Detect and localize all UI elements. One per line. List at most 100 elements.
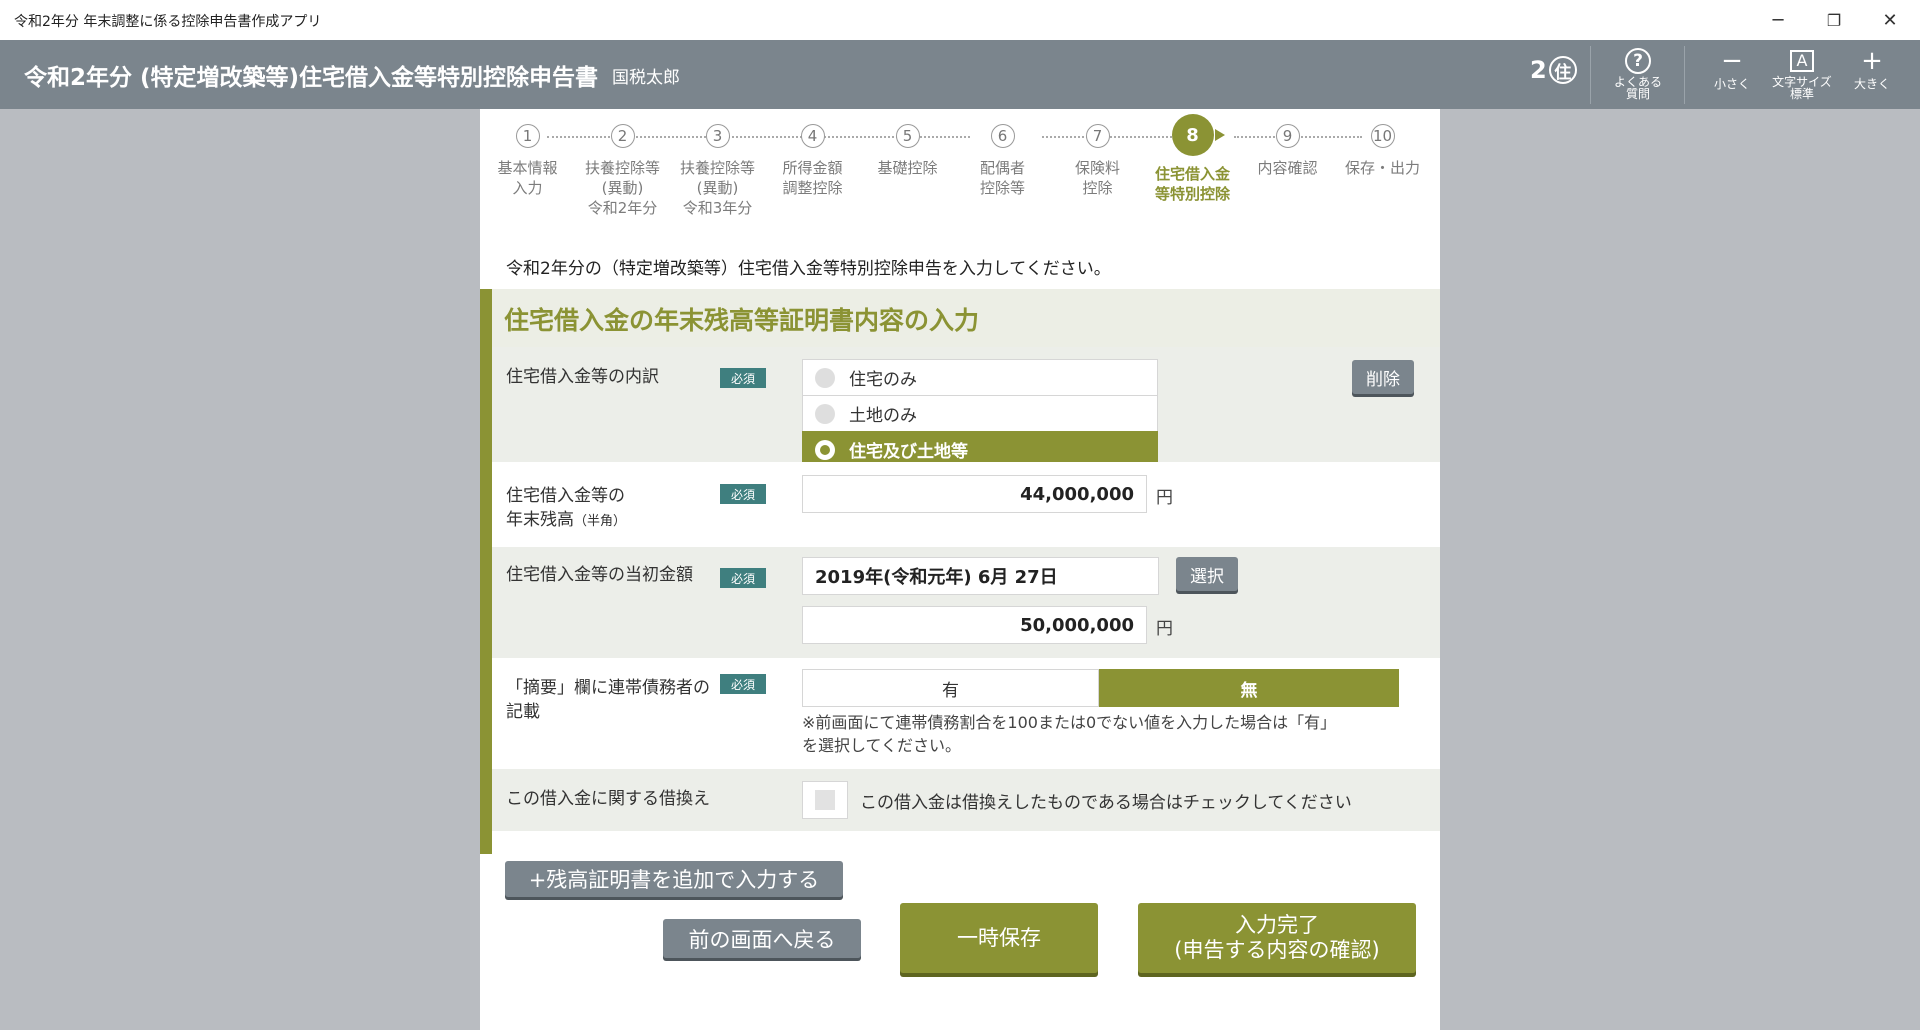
step-label: 住宅借入金 等特別控除 (1154, 165, 1230, 203)
add-certificate-button[interactable]: +残高証明書を追加で入力する (505, 861, 843, 897)
step-4[interactable]: 4 所得金額 調整控除 (765, 124, 860, 198)
radio-icon (815, 367, 835, 388)
balance-label: 住宅借入金等の 年末残高（半角） (506, 484, 626, 534)
checkbox-icon (815, 790, 835, 810)
joint-debtor-label-line1: 「摘要」欄に連帯債務者の (506, 678, 710, 698)
step-number: 7 (1085, 124, 1110, 148)
step-label: 保存・出力 (1344, 159, 1420, 177)
balance-label-line1: 住宅借入金等の (506, 486, 625, 506)
refinance-checkbox-label: この借入金は借換えしたものである場合はチェックしてください (860, 793, 1352, 813)
joint-yes-toggle[interactable]: 有 (802, 669, 1099, 707)
radio-label: 住宅及び土地等 (849, 442, 968, 462)
joint-debtor-note-line1: ※前画面にて連帯債務割合を100または0でない値を入力した場合は「有」 (802, 713, 1337, 732)
step-number: 9 (1275, 124, 1300, 148)
yen-unit: 円 (1156, 619, 1173, 639)
step-number: 10 (1370, 124, 1395, 148)
step-number: 1 (515, 124, 540, 148)
page-title: 令和2年分 (特定増改築等)住宅借入金等特別控除申告書 (24, 65, 599, 91)
balance-label-line2: 年末残高 (506, 510, 574, 530)
header-divider (1590, 46, 1591, 104)
step-label: 所得金額 調整控除 (782, 159, 843, 197)
plus-icon: + (1861, 46, 1883, 76)
font-size-button[interactable]: A 文字サイズ 標準 (1770, 46, 1834, 104)
date-field[interactable]: 2019年(令和元年) 6月 27日 (802, 557, 1159, 595)
step-9[interactable]: 9 内容確認 (1240, 124, 1335, 178)
back-button[interactable]: 前の画面へ戻る (663, 919, 861, 958)
radio-house-only[interactable]: 住宅のみ (802, 359, 1158, 396)
step-label: 扶養控除等 (異動) 令和2年分 (584, 159, 660, 217)
font-size-label-2: 標準 (1789, 87, 1814, 101)
initial-amount-label: 住宅借入金等の当初金額 (506, 565, 693, 585)
joint-debtor-note: ※前画面にて連帯債務割合を100または0でない値を入力した場合は「有」 を選択し… (802, 711, 1336, 757)
question-icon: ? (1625, 48, 1651, 74)
complete-label-2: (申告する内容の確認) (1174, 938, 1380, 962)
radio-land-only[interactable]: 土地のみ (802, 395, 1158, 432)
smaller-label: 小さく (1713, 77, 1750, 91)
joint-debtor-label-line2: 記載 (506, 702, 540, 722)
step-label: 配偶者 控除等 (979, 159, 1025, 197)
step-7[interactable]: 7 保険料 控除 (1050, 124, 1145, 198)
step-label: 基本情報 入力 (497, 159, 558, 197)
minimize-button[interactable]: ─ (1750, 0, 1806, 40)
badge-icon: 住 (1548, 56, 1577, 84)
step-number: 6 (990, 124, 1015, 148)
step-8[interactable]: 8 住宅借入金 等特別控除 (1145, 114, 1240, 204)
delete-button[interactable]: 削除 (1352, 360, 1414, 394)
step-label: 扶養控除等 (異動) 令和3年分 (679, 159, 755, 217)
complete-label-1: 入力完了 (1235, 913, 1319, 937)
step-6[interactable]: 6 配偶者 控除等 (955, 124, 1050, 198)
balance-label-note: （半角） (574, 514, 627, 529)
breakdown-label: 住宅借入金等の内訳 (506, 367, 659, 387)
radio-selected-icon (815, 439, 835, 460)
joint-debtor-label: 「摘要」欄に連帯債務者の 記載 (506, 676, 710, 724)
radio-label: 土地のみ (849, 406, 917, 426)
joint-debtor-note-line2: を選択してください。 (802, 736, 962, 755)
step-number: 8 (1171, 114, 1214, 156)
larger-label: 大きく (1853, 77, 1890, 91)
step-number: 2 (610, 124, 635, 148)
joint-no-toggle[interactable]: 無 (1099, 669, 1399, 707)
radio-icon (815, 403, 835, 424)
section-accent-bar (480, 289, 492, 854)
breakdown-row: 住宅借入金等の内訳 必須 住宅のみ 土地のみ 住宅及び土地等 削除 (492, 347, 1440, 468)
temp-save-button[interactable]: 一時保存 (900, 903, 1098, 973)
restore-button[interactable]: ❐ (1806, 0, 1862, 40)
section-title: 住宅借入金の年末残高等証明書内容の入力 (504, 306, 980, 335)
step-1[interactable]: 1 基本情報 入力 (480, 124, 575, 198)
font-size-icon: A (1790, 50, 1814, 72)
required-badge: 必須 (720, 674, 766, 694)
user-name: 国税太郎 (612, 68, 680, 88)
initial-amount-input[interactable]: 50,000,000 (802, 606, 1147, 644)
balance-row: 住宅借入金等の 年末残高（半角） 必須 44,000,000 円 (492, 462, 1440, 547)
step-3[interactable]: 3 扶養控除等 (異動) 令和3年分 (670, 124, 765, 218)
refinance-label: この借入金に関する借換え (506, 789, 710, 809)
main-panel: 1 基本情報 入力 2 扶養控除等 (異動) 令和2年分 3 扶養控除等 (異動) 令… (480, 109, 1440, 1030)
badge-number: 2 (1530, 56, 1547, 84)
radio-label: 住宅のみ (849, 370, 917, 390)
faq-label-2: 質問 (1625, 87, 1650, 101)
faq-button[interactable]: ? よくある 質問 (1606, 46, 1670, 104)
yen-unit: 円 (1156, 488, 1173, 508)
smaller-text-button[interactable]: − 小さく (1700, 46, 1764, 104)
date-select-button[interactable]: 選択 (1176, 557, 1238, 591)
complete-button[interactable]: 入力完了 (申告する内容の確認) (1138, 903, 1416, 973)
app-header: 令和2年分 (特定増改築等)住宅借入金等特別控除申告書 国税太郎 2 住 ? よ… (0, 40, 1920, 109)
larger-text-button[interactable]: + 大きく (1840, 46, 1904, 104)
initial-amount-row: 住宅借入金等の当初金額 必須 2019年(令和元年) 6月 27日 選択 50,… (492, 547, 1440, 658)
step-label: 保険料 控除 (1074, 159, 1120, 197)
header-divider (1684, 46, 1685, 104)
instruction-text: 令和2年分の（特定増改築等）住宅借入金等特別控除申告を入力してください。 (506, 259, 1111, 279)
joint-debtor-row: 「摘要」欄に連帯債務者の 記載 必須 有 無 ※前画面にて連帯債務割合を100ま… (492, 658, 1440, 769)
step-5[interactable]: 5 基礎控除 (860, 124, 955, 178)
close-button[interactable]: ✕ (1862, 0, 1918, 40)
window-title: 令和2年分 年末調整に係る控除申告書作成アプリ (14, 14, 322, 30)
step-label: 内容確認 (1257, 159, 1318, 177)
step-10[interactable]: 10 保存・出力 (1335, 124, 1430, 178)
minus-icon: − (1721, 46, 1743, 76)
year-end-balance-input[interactable]: 44,000,000 (802, 475, 1147, 513)
step-2[interactable]: 2 扶養控除等 (異動) 令和2年分 (575, 124, 670, 218)
progress-stepper: 1 基本情報 入力 2 扶養控除等 (異動) 令和2年分 3 扶養控除等 (異動) 令… (480, 109, 1440, 229)
step-number: 4 (800, 124, 825, 148)
refinance-checkbox[interactable] (802, 781, 848, 819)
certificate-section: 住宅借入金の年末残高等証明書内容の入力 住宅借入金等の内訳 必須 住宅のみ 土地… (480, 289, 1440, 854)
